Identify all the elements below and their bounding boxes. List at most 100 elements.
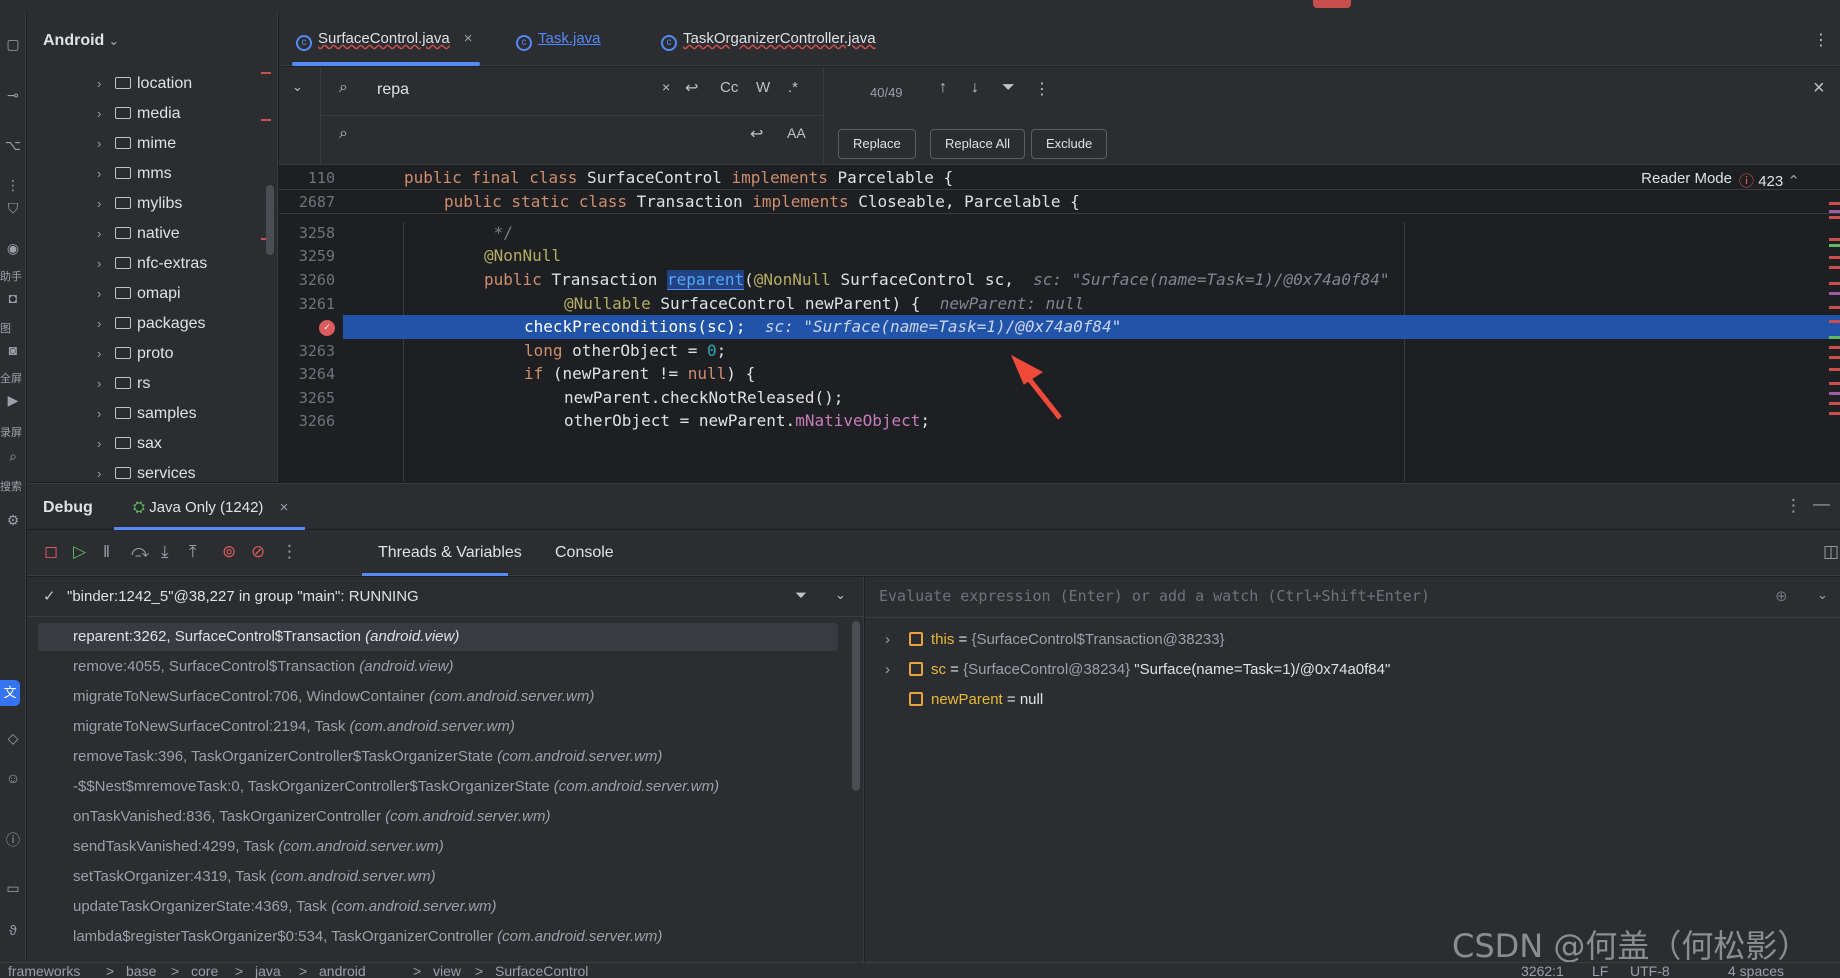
breadcrumb-item[interactable]: frameworks bbox=[8, 963, 80, 978]
variable-type: {SurfaceControl@38234} bbox=[963, 661, 1135, 678]
frame-method: remove:4055, SurfaceControl$Transaction bbox=[73, 658, 360, 675]
breadcrumb-item[interactable]: SurfaceControl bbox=[495, 963, 588, 978]
frame-method: onTaskVanished:836, TaskOrganizerControl… bbox=[73, 808, 386, 825]
thread-selector[interactable]: ✓ "binder:1242_5"@38,227 in group "main"… bbox=[27, 577, 864, 617]
breadcrumb-separator: > bbox=[413, 963, 422, 978]
stack-frame[interactable]: onTaskVanished:836, TaskOrganizerControl… bbox=[73, 804, 550, 830]
step-out-icon[interactable]: ⤒ bbox=[189, 542, 197, 562]
breadcrumb-item[interactable]: view bbox=[433, 963, 461, 978]
file-encoding[interactable]: UTF-8 bbox=[1630, 963, 1670, 978]
add-watch-icon[interactable]: ⊕ bbox=[1775, 587, 1788, 605]
frame-package: (com.android.server.wm) bbox=[553, 778, 720, 795]
field-icon bbox=[909, 662, 923, 676]
layout-icon[interactable]: ◫ bbox=[1823, 542, 1839, 562]
stack-frame[interactable]: removeTask:396, TaskOrganizerController$… bbox=[73, 744, 662, 770]
annotation-arrow bbox=[1010, 354, 1062, 420]
stack-frame[interactable]: migrateToNewSurfaceControl:706, WindowCo… bbox=[73, 684, 594, 710]
step-over-icon[interactable]: ⤼ bbox=[131, 542, 149, 562]
stack-frame[interactable]: reparent:3262, SurfaceControl$Transactio… bbox=[73, 624, 459, 650]
variable-equals: = bbox=[946, 661, 964, 678]
variable-name: this bbox=[931, 631, 955, 648]
frame-package: (com.android.server.wm) bbox=[278, 838, 444, 855]
more-vertical-icon[interactable]: ⋮ bbox=[281, 542, 298, 562]
watermark: CSDN @何盖（何松影） bbox=[1452, 927, 1810, 965]
indent-setting[interactable]: 4 spaces bbox=[1728, 963, 1784, 978]
variables-panel: Evaluate expression (Enter) or add a wat… bbox=[865, 577, 1840, 962]
debug-title: Debug bbox=[43, 499, 93, 516]
chevron-right-icon[interactable]: › bbox=[885, 657, 909, 683]
frame-package: (com.android.server.wm) bbox=[497, 748, 663, 765]
stack-frame[interactable]: -$$Nest$mremoveTask:0, TaskOrganizerCont… bbox=[73, 774, 719, 800]
frame-package: (com.android.server.wm) bbox=[429, 688, 595, 705]
filter-icon[interactable]: ⏷ bbox=[795, 587, 807, 604]
stack-frame[interactable]: lambda$registerTaskOrganizer$0:534, Task… bbox=[73, 924, 662, 950]
chevron-down-icon[interactable]: ⌄ bbox=[1817, 587, 1828, 603]
stack-frame[interactable]: sendTaskVanished:4299, Task (com.android… bbox=[73, 834, 444, 860]
more-vertical-icon[interactable]: ⋮ bbox=[1785, 496, 1802, 516]
pause-icon[interactable]: ‖ bbox=[103, 542, 110, 562]
frame-method: setTaskOrganizer:4319, Task bbox=[73, 868, 271, 885]
stack-frame[interactable]: migrateToNewSurfaceControl:2194, Task (c… bbox=[73, 714, 515, 740]
check-icon: ✓ bbox=[43, 588, 56, 605]
variable-row[interactable]: newParent = null bbox=[909, 687, 1043, 713]
field-icon bbox=[909, 692, 923, 706]
frame-method: removeTask:396, TaskOrganizerController$… bbox=[73, 748, 498, 765]
frame-package: (android.view) bbox=[359, 658, 454, 675]
breadcrumb-item[interactable]: android bbox=[319, 963, 366, 978]
frames-panel: ✓ "binder:1242_5"@38,227 in group "main"… bbox=[27, 577, 864, 962]
stack-frame[interactable]: setTaskOrganizer:4319, Task (com.android… bbox=[73, 864, 436, 890]
evaluate-expression-input[interactable]: Evaluate expression (Enter) or add a wat… bbox=[879, 587, 1639, 605]
stack-frame[interactable]: remove:4055, SurfaceControl$Transaction … bbox=[73, 654, 453, 680]
tab-threads-variables[interactable]: Threads & Variables bbox=[378, 544, 522, 562]
session-label: Java Only (1242) bbox=[149, 499, 264, 516]
debug-tool-window-header: Debug ⛭ Java Only (1242) × ⋮ — bbox=[27, 483, 1840, 530]
minimize-icon[interactable]: — bbox=[1813, 494, 1830, 514]
breadcrumb-item[interactable]: core bbox=[191, 963, 218, 978]
stack-frame[interactable]: updateTaskOrganizerState:4369, Task (com… bbox=[73, 894, 497, 920]
tab-console[interactable]: Console bbox=[555, 544, 614, 562]
frames-scrollbar[interactable] bbox=[852, 621, 860, 791]
breadcrumb-item[interactable]: java bbox=[255, 963, 281, 978]
chevron-down-icon[interactable]: ⌄ bbox=[835, 587, 846, 603]
field-icon bbox=[909, 632, 923, 646]
frame-package: (com.android.server.wm) bbox=[497, 928, 663, 945]
frame-package: (com.android.server.wm) bbox=[349, 718, 515, 735]
frame-method: migrateToNewSurfaceControl:706, WindowCo… bbox=[73, 688, 430, 705]
close-icon[interactable]: × bbox=[280, 499, 289, 516]
caret-position[interactable]: 3262:1 bbox=[1521, 963, 1564, 978]
variable-equals: = bbox=[1002, 691, 1020, 708]
line-separator[interactable]: LF bbox=[1592, 963, 1608, 978]
frame-method: -$$Nest$mremoveTask:0, TaskOrganizerCont… bbox=[73, 778, 554, 795]
debug-toolbar: ◻ ▷ ‖ ⤼ ⤓ ⤒ ⊚ ⊘ ⋮ Threads & Variables Co… bbox=[27, 530, 1840, 576]
frame-package: (com.android.server.wm) bbox=[331, 898, 497, 915]
mute-breakpoints-icon[interactable]: ⊘ bbox=[251, 542, 265, 562]
breadcrumb-separator: > bbox=[171, 963, 180, 978]
breadcrumb-item[interactable]: base bbox=[126, 963, 156, 978]
divider bbox=[865, 617, 1840, 618]
frame-method: reparent:3262, SurfaceControl$Transactio… bbox=[73, 628, 366, 645]
variable-name: sc bbox=[931, 661, 946, 678]
debug-session-tab[interactable]: ⛭ Java Only (1242) × bbox=[133, 499, 288, 516]
step-into-icon[interactable]: ⤓ bbox=[161, 542, 169, 562]
variable-equals: = bbox=[954, 631, 972, 648]
resume-icon[interactable]: ▷ bbox=[73, 542, 86, 562]
variable-row[interactable]: › this = {SurfaceControl$Transaction@3823… bbox=[885, 627, 1225, 653]
thread-label: "binder:1242_5"@38,227 in group "main": … bbox=[67, 588, 419, 605]
frame-package: (android.view) bbox=[365, 628, 460, 645]
breadcrumb-separator: > bbox=[106, 963, 115, 978]
variable-row[interactable]: › sc = {SurfaceControl@38234} "Surface(na… bbox=[885, 657, 1390, 683]
variable-type: {SurfaceControl$Transaction@38233} bbox=[971, 631, 1225, 648]
frame-method: lambda$registerTaskOrganizer$0:534, Task… bbox=[73, 928, 498, 945]
chevron-right-icon[interactable]: › bbox=[885, 627, 909, 653]
frame-method: sendTaskVanished:4299, Task bbox=[73, 838, 279, 855]
view-breakpoints-icon[interactable]: ⊚ bbox=[222, 542, 236, 562]
variable-name: newParent bbox=[931, 691, 1003, 708]
variable-value: "Surface(name=Task=1)/@0x74a0f84" bbox=[1134, 661, 1391, 678]
frame-package: (com.android.server.wm) bbox=[385, 808, 551, 825]
status-bar: frameworks > base > core > java > android > view > S… bbox=[0, 962, 1840, 978]
frame-package: (com.android.server.wm) bbox=[270, 868, 436, 885]
breadcrumb-separator: > bbox=[299, 963, 308, 978]
stop-icon[interactable]: ◻ bbox=[44, 542, 58, 562]
breadcrumb-separator: > bbox=[235, 963, 244, 978]
android-icon: ⛭ bbox=[133, 499, 146, 516]
